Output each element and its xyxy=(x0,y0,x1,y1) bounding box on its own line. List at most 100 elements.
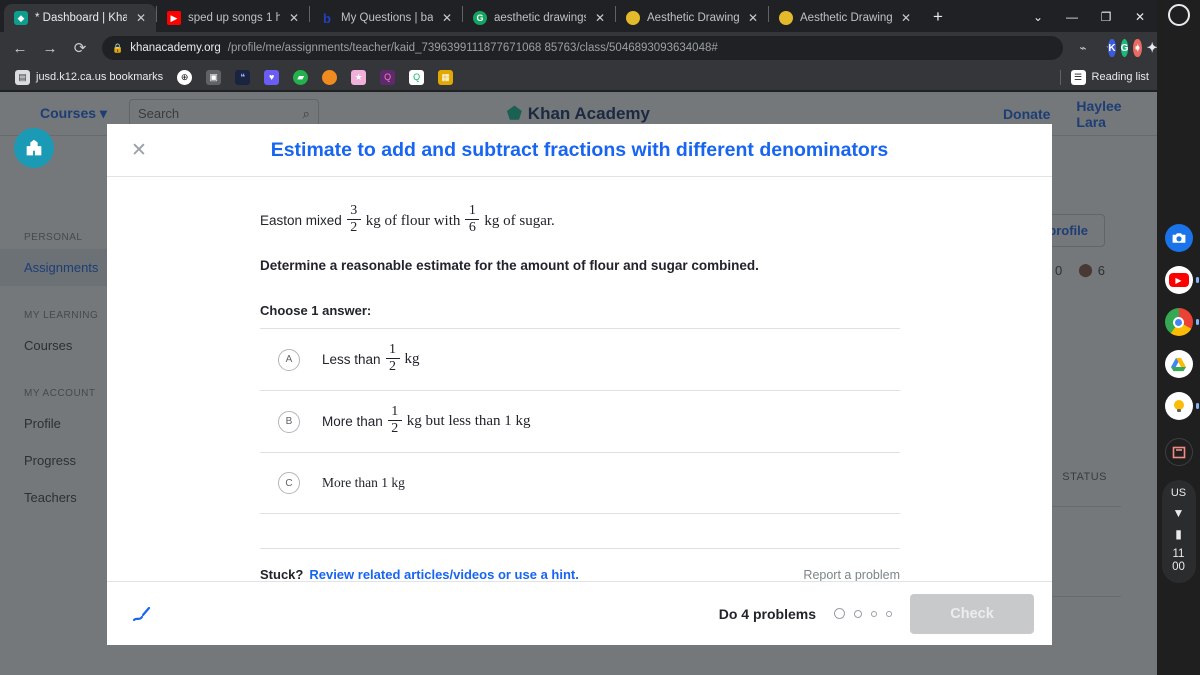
minimize-icon[interactable]: — xyxy=(1055,4,1089,30)
browser-tab-1[interactable]: ▶ sped up songs 1 hou ✕ xyxy=(157,4,309,32)
system-tray[interactable]: US ▼ ▮ 11 00 xyxy=(1161,480,1196,584)
reading-list-label: Reading list xyxy=(1091,71,1149,83)
bookmark-item[interactable]: ▣ xyxy=(199,68,228,87)
school-badge-icon[interactable] xyxy=(14,128,54,168)
g-extension-icon[interactable]: G xyxy=(1120,39,1129,57)
close-window-icon[interactable]: ✕ xyxy=(1123,4,1157,30)
check-button[interactable]: Check xyxy=(910,593,1034,634)
chromeos-shelf: ▶ US ▼ ▮ 11 00 xyxy=(1157,0,1200,675)
stuck-row: Stuck? Review related articles/videos or… xyxy=(260,548,900,581)
quotes-icon: ❝ xyxy=(235,69,251,85)
tab-label: aesthetic drawings xyxy=(494,12,586,24)
chrome-icon[interactable] xyxy=(1164,308,1199,336)
report-problem-link[interactable]: Report a problem xyxy=(803,568,900,581)
question-prefix: Easton mixed xyxy=(260,212,342,228)
fraction-numerator: 1 xyxy=(468,203,476,218)
progress-dot xyxy=(834,608,845,619)
omnibox-row: ← → ⟳ 🔒 khanacademy.org/profile/me/assig… xyxy=(0,32,1176,64)
clock: 11 00 xyxy=(1172,548,1185,574)
bookmark-item[interactable]: Q xyxy=(402,68,431,87)
progress-dot xyxy=(854,609,862,618)
close-icon[interactable]: ✕ xyxy=(746,11,760,25)
restore-icon[interactable]: ❐ xyxy=(1089,4,1123,30)
wifi-icon: ▼ xyxy=(1172,506,1185,520)
lightbulb-icon[interactable] xyxy=(1164,392,1199,420)
youtube-icon[interactable]: ▶ xyxy=(1164,266,1199,294)
close-icon[interactable]: ✕ xyxy=(287,11,301,25)
green-icon: ▰ xyxy=(293,69,309,85)
progress-dot xyxy=(886,610,892,617)
tab-strip: ◆ * Dashboard | Khan ✕ ▶ sped up songs 1… xyxy=(0,0,1157,32)
address-bar[interactable]: 🔒 khanacademy.org/profile/me/assignments… xyxy=(102,36,1063,60)
modal-header: ✕ Estimate to add and subtract fractions… xyxy=(107,124,1052,177)
bookmark-item[interactable]: ⊕ xyxy=(170,68,199,87)
tab-label: * Dashboard | Khan xyxy=(35,12,127,24)
browser-tab-3[interactable]: G aesthetic drawings ✕ xyxy=(463,4,615,32)
omnibox-actions: ⌁ ☆ K G ➧ ✦ ⋮ xyxy=(1071,36,1176,60)
bookmark-item[interactable] xyxy=(315,68,344,87)
answer-choice-b[interactable]: B More than 1 2 kg but less than 1 kg xyxy=(260,390,900,452)
bookmark-folder[interactable]: ▤ jusd.k12.ca.us bookmarks xyxy=(8,68,170,87)
star-icon: ★ xyxy=(351,69,367,85)
fraction-one-half: 1 2 xyxy=(387,405,402,436)
forward-button[interactable]: → xyxy=(36,34,64,62)
box-icon: ▣ xyxy=(206,69,222,85)
radio-bubble[interactable]: C xyxy=(278,472,300,495)
question-middle: kg of flour with xyxy=(365,212,461,229)
bookmark-label: jusd.k12.ca.us bookmarks xyxy=(36,71,164,83)
scratchpad-pencil-icon[interactable] xyxy=(125,599,159,629)
modal-footer: Do 4 problems Check xyxy=(107,581,1052,645)
heart-icon: ♥ xyxy=(264,69,280,85)
bookmark-item[interactable]: ♥ xyxy=(257,68,286,87)
choice-after: kg xyxy=(404,351,420,368)
k-extension-icon[interactable]: K xyxy=(1108,39,1116,57)
browser-tab-0[interactable]: ◆ * Dashboard | Khan ✕ xyxy=(4,4,156,32)
pinterest-icon xyxy=(626,11,640,25)
tab-label: Aesthetic Drawing P xyxy=(800,12,892,24)
browser-tab-5[interactable]: Aesthetic Drawing P ✕ xyxy=(769,4,921,32)
question-statement: Easton mixed 3 2 kg of flour with 1 6 kg… xyxy=(260,203,900,236)
answer-choice-a[interactable]: A Less than 1 2 kg xyxy=(260,328,900,390)
launcher-button[interactable] xyxy=(1157,0,1200,26)
fraction-one-sixth: 1 6 xyxy=(465,203,480,236)
bookmark-item[interactable]: ★ xyxy=(344,68,373,87)
close-icon[interactable]: ✕ xyxy=(134,11,148,25)
bartleby-icon: b xyxy=(323,10,331,26)
share-icon[interactable]: ⌁ xyxy=(1071,36,1095,60)
khan-academy-icon: ◆ xyxy=(14,11,28,25)
fraction-one-half: 1 2 xyxy=(385,343,400,374)
bookmark-item[interactable]: ❝ xyxy=(228,68,257,87)
bookmark-item[interactable]: ▦ xyxy=(431,68,460,87)
bookmark-item[interactable]: ▰ xyxy=(286,68,315,87)
radio-bubble[interactable]: B xyxy=(278,410,300,433)
locale-label: US xyxy=(1170,487,1187,499)
url-host: khanacademy.org xyxy=(130,42,221,54)
browser-tab-4[interactable]: Aesthetic Drawing P ✕ xyxy=(616,4,768,32)
fraction-numerator: 3 xyxy=(350,203,358,218)
answer-choice-c[interactable]: C More than 1 kg xyxy=(260,452,900,515)
browser-tab-2[interactable]: b My Questions | bartl ✕ xyxy=(310,4,462,32)
shelf-app-icons: ▶ xyxy=(1164,224,1199,420)
modal-body: Easton mixed 3 2 kg of flour with 1 6 kg… xyxy=(107,177,1052,581)
fraction-denominator: 6 xyxy=(468,220,476,236)
close-icon[interactable]: ✕ xyxy=(593,11,607,25)
reload-button[interactable]: ⟳ xyxy=(66,34,94,62)
close-icon[interactable]: ✕ xyxy=(440,11,454,25)
google-drive-icon[interactable] xyxy=(1164,350,1193,378)
close-icon[interactable]: ✕ xyxy=(899,11,913,25)
screen-capture-icon[interactable] xyxy=(1164,438,1193,466)
radio-bubble[interactable]: A xyxy=(278,348,300,371)
choice-after: kg but less than 1 kg xyxy=(406,413,531,430)
chevron-down-icon[interactable]: ⌄ xyxy=(1021,4,1055,30)
new-tab-button[interactable]: + xyxy=(925,4,951,30)
progress-dots xyxy=(834,608,892,619)
reading-list-button[interactable]: ☰ Reading list xyxy=(1059,69,1149,85)
q-icon: Q xyxy=(380,69,396,85)
camera-icon[interactable] xyxy=(1164,224,1193,252)
redirect-icon[interactable]: ➧ xyxy=(1133,39,1142,57)
extension-icons: K G ➧ ✦ ⋮ xyxy=(1108,36,1176,60)
bookmark-item[interactable]: Q xyxy=(373,68,402,87)
stuck-hint-link[interactable]: Review related articles/videos or use a … xyxy=(309,567,579,581)
back-button[interactable]: ← xyxy=(6,34,34,62)
choice-text: More than 1 2 kg but less than 1 kg xyxy=(322,405,531,437)
